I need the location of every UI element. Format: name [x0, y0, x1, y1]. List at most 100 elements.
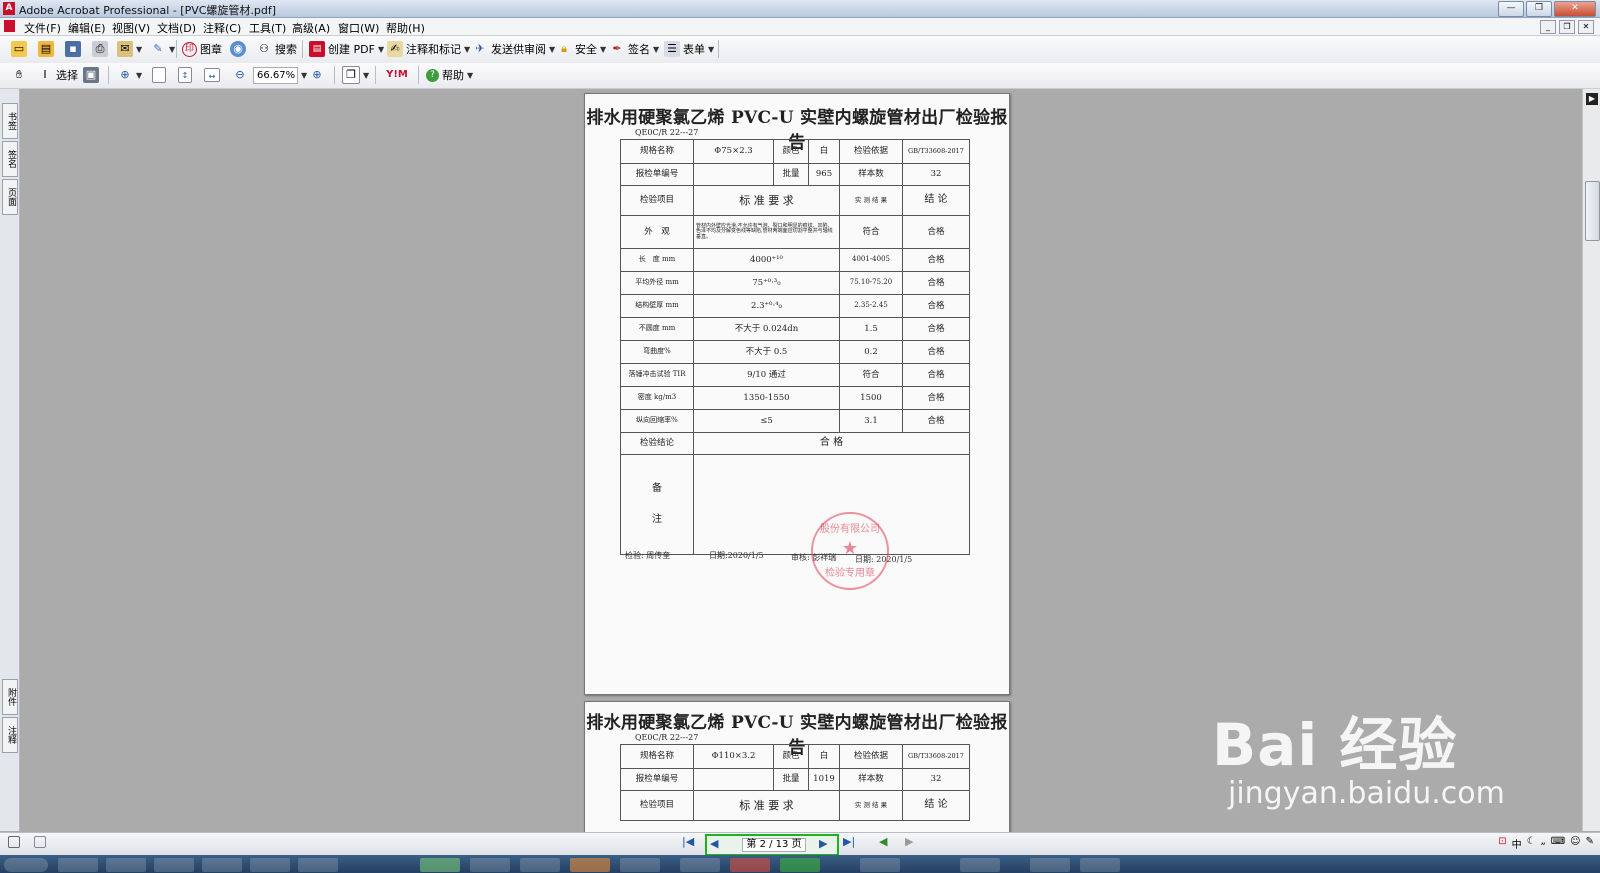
tab-bookmarks[interactable]: 书签 [2, 103, 18, 139]
taskbar-app[interactable] [780, 858, 820, 872]
organizer-button[interactable]: ▤ [38, 40, 54, 58]
open-button[interactable]: ▭ [11, 40, 27, 58]
comment-markup-button[interactable]: ✍ 注释和标记 ▼ [387, 40, 470, 58]
camera-icon: ▣ [83, 67, 99, 83]
menu-help[interactable]: 帮助(H) [386, 20, 425, 36]
zoom-in-button[interactable]: ⊕ [309, 66, 325, 84]
maximize-button[interactable]: ❐ [1526, 1, 1552, 17]
taskbar-app[interactable] [960, 858, 1000, 872]
scrollbar-thumb[interactable] [1585, 181, 1600, 241]
fit-width-button[interactable]: ↔ [204, 66, 220, 84]
attach-button[interactable]: ✎ ▼ [150, 40, 175, 58]
page-icon[interactable] [34, 836, 46, 848]
minimize-button[interactable]: — [1498, 1, 1524, 17]
page-number-field[interactable]: 第 2 / 13 页 [742, 838, 806, 852]
print-button[interactable]: ⎙ [92, 40, 108, 58]
panel-icon[interactable] [8, 836, 20, 848]
cell-value: 白 [808, 744, 840, 769]
plugin-button[interactable]: Y!M [383, 66, 411, 84]
ime-mode[interactable]: 中 [1512, 836, 1522, 851]
menu-window[interactable]: 窗口(W) [338, 20, 379, 36]
taskbar-app[interactable] [860, 858, 900, 872]
ime-icon[interactable]: ⊡ [1498, 836, 1506, 851]
taskbar-app[interactable] [420, 858, 460, 872]
taskbar-app[interactable] [620, 858, 660, 872]
tab-attachments[interactable]: 附件 [2, 679, 18, 715]
close-button[interactable]: ✕ [1554, 1, 1596, 17]
actual-size-button[interactable] [152, 66, 166, 84]
hand-tool-button[interactable]: ✋︎ [11, 66, 27, 84]
taskbar-app[interactable] [520, 858, 560, 872]
save-button[interactable]: ▪ [65, 40, 81, 58]
column-header: 检验项目 [620, 790, 694, 821]
zoom-value[interactable]: 66.67% [253, 66, 298, 84]
send-review-button[interactable]: ✈ 发送供审阅 ▼ [472, 40, 555, 58]
title-bar: A Adobe Acrobat Professional - [PVC螺旋管材.… [0, 0, 1600, 18]
back-view-button[interactable]: ◀ [879, 835, 887, 848]
taskbar-app[interactable] [298, 858, 338, 872]
forms-button[interactable]: ☰ 表单 ▼ [664, 40, 714, 58]
tab-comments[interactable]: 注释 [2, 717, 18, 753]
create-pdf-button[interactable]: ▤ 创建 PDF ▼ [309, 40, 384, 58]
help-button[interactable]: ? 帮助 ▼ [426, 66, 473, 84]
panel-toggle-arrow-icon[interactable]: ▶ [1586, 93, 1598, 105]
punct-icon[interactable]: „ [1541, 836, 1546, 851]
taskbar-app[interactable] [106, 858, 146, 872]
taskbar-app[interactable] [470, 858, 510, 872]
pages-icon: ❐ [342, 66, 360, 84]
forward-view-button[interactable]: ▶ [905, 835, 913, 848]
document-icon[interactable] [4, 20, 15, 32]
tab-pages[interactable]: 页面 [2, 179, 18, 215]
first-page-button[interactable]: |◀ [682, 835, 694, 848]
menu-view[interactable]: 视图(V) [112, 20, 150, 36]
menu-document[interactable]: 文档(D) [157, 20, 196, 36]
cell-value: GB/T33608-2017 [902, 744, 970, 769]
tab-signatures[interactable]: 签名 [2, 141, 18, 177]
menu-tools[interactable]: 工具(T) [249, 20, 286, 36]
snapshot-button[interactable]: ▣ [83, 66, 99, 84]
next-page-button[interactable]: ▶ [819, 837, 827, 850]
taskbar-app[interactable] [730, 858, 770, 872]
zoom-tool-button[interactable]: ⊕ ▼ [117, 66, 142, 84]
zoom-out-button[interactable]: ⊖ [232, 66, 248, 84]
moon-icon[interactable]: ☾ [1527, 836, 1536, 851]
select-tool-button[interactable]: I 选择 [37, 66, 78, 84]
doc-close-button[interactable]: ✕ [1578, 20, 1594, 34]
zoom-level-select[interactable]: 66.67% ▼ [253, 66, 307, 84]
comment-icon: ✍ [387, 41, 403, 57]
email-button[interactable]: ✉ ▼ [117, 40, 142, 58]
user-icon[interactable]: ☺ [1570, 836, 1580, 851]
menu-file[interactable]: 文件(F) [24, 20, 61, 36]
report-code: QE0C/R 22---27 [635, 128, 699, 137]
cell-label: 检验结论 [620, 432, 694, 455]
search-button[interactable]: ⚇ 搜索 [256, 40, 297, 58]
taskbar-app[interactable] [1030, 858, 1070, 872]
taskbar-app[interactable] [154, 858, 194, 872]
taskbar-app[interactable] [680, 858, 720, 872]
rotate-button[interactable]: ❐ ▼ [342, 66, 369, 84]
taskbar-app[interactable] [202, 858, 242, 872]
vertical-scrollbar[interactable]: ▶ [1582, 89, 1600, 831]
settings-icon[interactable]: ✎ [1586, 836, 1594, 851]
menu-comments[interactable]: 注释(C) [203, 20, 241, 36]
cell-item: 纵向回缩率% [620, 409, 694, 433]
doc-minimize-button[interactable]: _ [1540, 20, 1556, 34]
taskbar-app[interactable] [570, 858, 610, 872]
previous-page-button[interactable]: ◀ [710, 837, 718, 850]
last-page-button[interactable]: ▶| [843, 835, 855, 848]
menu-advanced[interactable]: 高级(A) [292, 20, 330, 36]
sign-button[interactable]: ✒ 签名 ▼ [609, 40, 659, 58]
cell-value: 32 [902, 163, 970, 186]
menu-edit[interactable]: 编辑(E) [68, 20, 106, 36]
stamp-button[interactable]: 印图章 [182, 40, 222, 58]
doc-restore-button[interactable]: ❐ [1559, 20, 1575, 34]
taskbar-app[interactable] [250, 858, 290, 872]
fit-page-button[interactable]: ↕ [178, 66, 192, 84]
taskbar-app[interactable] [58, 858, 98, 872]
taskbar-app[interactable] [1080, 858, 1120, 872]
start-button[interactable] [4, 858, 48, 872]
keyboard-icon[interactable]: ⌨ [1551, 836, 1565, 851]
web-button[interactable]: ◉ [230, 40, 246, 58]
security-button[interactable]: 🔒︎ 安全 ▼ [556, 40, 606, 58]
toolbar-divider [375, 66, 376, 84]
